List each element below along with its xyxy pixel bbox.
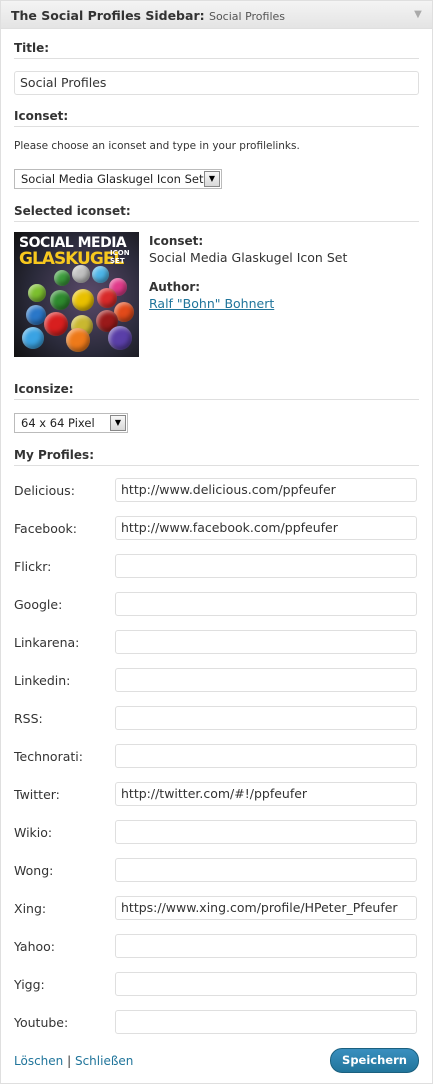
dropdown-arrow-icon[interactable]: ▼ xyxy=(204,171,220,187)
iconset-name-value: Social Media Glaskugel Icon Set xyxy=(149,250,348,265)
profile-url-input[interactable]: http://www.facebook.com/ppfeufer xyxy=(115,516,417,540)
profile-label: Yigg: xyxy=(14,977,45,992)
iconset-select-value: Social Media Glaskugel Icon Set xyxy=(21,172,204,186)
profile-label: Facebook: xyxy=(14,521,77,536)
author-label: Author: xyxy=(149,280,201,294)
profiles-heading: My Profiles: xyxy=(14,448,419,466)
iconsize-select[interactable]: 64 x 64 Pixel ▼ xyxy=(14,413,128,433)
profile-label: Linkarena: xyxy=(14,635,80,650)
widget-title-separator: : xyxy=(199,8,205,23)
social-globe-icon xyxy=(72,289,94,311)
profile-url-input[interactable] xyxy=(115,554,417,578)
social-globe-icon xyxy=(22,327,44,349)
profile-label: Wikio: xyxy=(14,825,53,840)
social-globe-icon xyxy=(92,266,109,283)
profile-label: Google: xyxy=(14,597,63,612)
profile-label: Flickr: xyxy=(14,559,52,574)
profile-url-input[interactable] xyxy=(115,706,417,730)
social-globe-icon xyxy=(108,326,132,350)
title-input[interactable]: Social Profiles xyxy=(14,71,419,95)
profile-url-input[interactable] xyxy=(115,820,417,844)
iconset-select[interactable]: Social Media Glaskugel Icon Set ▼ xyxy=(14,169,222,189)
social-globe-icon xyxy=(28,284,46,302)
profile-url-input[interactable] xyxy=(115,972,417,996)
widget-title: The Social Profiles Sidebar xyxy=(11,8,200,23)
widget-subtitle: Social Profiles xyxy=(208,10,286,23)
profile-url-input[interactable]: https://www.xing.com/profile/HPeter_Pfeu… xyxy=(115,896,417,920)
profile-label: Yahoo: xyxy=(14,939,56,954)
iconset-hint: Please choose an iconset and type in you… xyxy=(14,140,300,152)
social-globe-icon xyxy=(26,305,46,325)
profile-url-input[interactable] xyxy=(115,858,417,882)
iconset-preview-image: SOCIAL MEDIA GLASKUGEL ICON SET xyxy=(14,232,139,357)
footer-links: Löschen | Schließen xyxy=(14,1054,133,1068)
selected-iconset-heading: Selected iconset: xyxy=(14,204,419,222)
collapse-toggle-icon[interactable]: ▼ xyxy=(404,1,432,28)
profile-label: Twitter: xyxy=(14,787,60,802)
iconsize-heading: Iconsize: xyxy=(14,382,419,400)
profile-url-input[interactable] xyxy=(115,744,417,768)
social-globe-icon xyxy=(50,290,70,310)
profile-label: RSS: xyxy=(14,711,43,726)
profile-label: Wong: xyxy=(14,863,54,878)
social-globe-icon xyxy=(72,265,90,283)
author-link[interactable]: Ralf "Bohn" Bohnert xyxy=(149,296,274,311)
profile-url-input[interactable] xyxy=(115,1010,417,1034)
social-globe-icon xyxy=(66,328,90,352)
social-globe-icon xyxy=(97,288,117,308)
widget-panel: The Social Profiles Sidebar: Social Prof… xyxy=(0,0,433,1084)
profile-label: Technorati: xyxy=(14,749,83,764)
iconset-image-badge: ICON SET xyxy=(110,249,130,265)
profile-label: Youtube: xyxy=(14,1015,69,1030)
iconsize-select-value: 64 x 64 Pixel xyxy=(21,416,95,430)
profile-url-input[interactable] xyxy=(115,934,417,958)
widget-titlebar[interactable]: The Social Profiles Sidebar: Social Prof… xyxy=(1,1,432,29)
footer-separator: | xyxy=(67,1054,72,1068)
profile-url-input[interactable]: http://www.delicious.com/ppfeufer xyxy=(115,478,417,502)
title-heading: Title: xyxy=(14,41,419,59)
profile-url-input[interactable] xyxy=(115,668,417,692)
close-link[interactable]: Schließen xyxy=(75,1054,133,1068)
profile-url-input[interactable] xyxy=(115,630,417,654)
dropdown-arrow-icon[interactable]: ▼ xyxy=(110,415,126,431)
save-button[interactable]: Speichern xyxy=(330,1048,419,1073)
profile-url-input[interactable]: http://twitter.com/#!/ppfeufer xyxy=(115,782,417,806)
iconset-image-text: GLASKUGEL xyxy=(19,249,124,269)
social-globe-icon xyxy=(44,312,68,336)
profile-url-input[interactable] xyxy=(115,592,417,616)
profile-label: Linkedin: xyxy=(14,673,71,688)
iconset-heading: Iconset: xyxy=(14,109,419,127)
profile-label: Delicious: xyxy=(14,483,75,498)
social-globe-icon xyxy=(54,270,70,286)
profile-label: Xing: xyxy=(14,901,47,916)
iconset-name-label: Iconset: xyxy=(149,234,204,248)
delete-link[interactable]: Löschen xyxy=(14,1054,63,1068)
